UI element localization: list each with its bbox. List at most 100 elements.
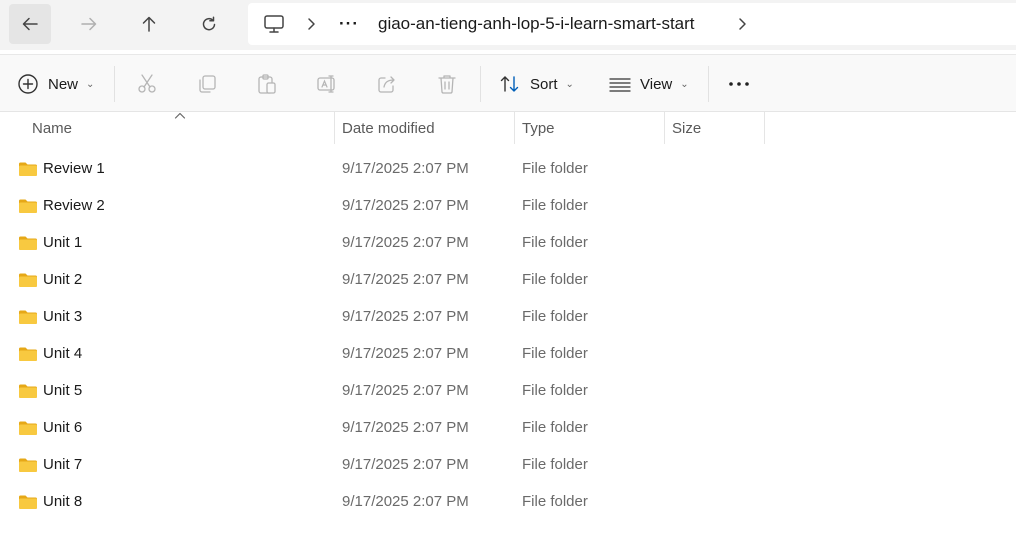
trash-icon bbox=[438, 75, 456, 94]
folder-icon bbox=[19, 421, 37, 435]
column-header-type[interactable]: Type bbox=[522, 112, 555, 144]
name-cell[interactable]: Unit 4 bbox=[18, 335, 82, 372]
sort-label: Sort bbox=[530, 75, 558, 93]
name-cell[interactable]: Review 1 bbox=[18, 150, 105, 187]
folder-icon bbox=[19, 384, 37, 398]
column-divider[interactable] bbox=[664, 112, 665, 144]
file-name: Unit 6 bbox=[43, 419, 83, 436]
view-button[interactable]: View ⌄ bbox=[609, 55, 689, 113]
folder-icon bbox=[19, 495, 37, 509]
view-lines-icon bbox=[609, 78, 631, 92]
date-modified-cell: 9/17/2025 2:07 PM bbox=[342, 234, 469, 251]
table-row[interactable]: Unit 2 9/17/2025 2:07 PM File folder bbox=[0, 261, 1016, 298]
type-cell: File folder bbox=[522, 345, 588, 362]
delete-button[interactable] bbox=[436, 55, 458, 113]
table-row[interactable]: Unit 7 9/17/2025 2:07 PM File folder bbox=[0, 446, 1016, 483]
copy-button[interactable] bbox=[196, 55, 218, 113]
address-bar[interactable]: ··· giao-an-tieng-anh-lop-5-i-learn-smar… bbox=[248, 3, 1016, 45]
type-cell: File folder bbox=[522, 493, 588, 510]
scissors-icon bbox=[138, 74, 156, 93]
column-header-name[interactable]: Name bbox=[32, 112, 72, 144]
name-cell[interactable]: Unit 8 bbox=[18, 483, 82, 520]
table-row[interactable]: Review 1 9/17/2025 2:07 PM File folder bbox=[0, 150, 1016, 187]
date-modified-cell: 9/17/2025 2:07 PM bbox=[342, 382, 469, 399]
name-cell[interactable]: Unit 6 bbox=[18, 409, 82, 446]
file-name: Review 1 bbox=[43, 160, 105, 177]
name-cell[interactable]: Unit 1 bbox=[18, 224, 82, 261]
type-cell: File folder bbox=[522, 382, 588, 399]
folder-icon bbox=[19, 162, 37, 176]
breadcrumb-current-folder[interactable]: giao-an-tieng-anh-lop-5-i-learn-smart-st… bbox=[378, 3, 695, 45]
new-button[interactable]: New ⌄ bbox=[17, 55, 94, 113]
name-cell[interactable]: Unit 5 bbox=[18, 372, 82, 409]
breadcrumb-separator-end[interactable] bbox=[737, 3, 747, 45]
overflow-dots: ··· bbox=[339, 14, 359, 33]
more-options-button[interactable] bbox=[728, 55, 750, 113]
more-dots-icon bbox=[729, 82, 749, 86]
table-row[interactable]: Unit 8 9/17/2025 2:07 PM File folder bbox=[0, 483, 1016, 520]
file-name: Review 2 bbox=[43, 197, 105, 214]
up-arrow-icon bbox=[142, 16, 156, 32]
plus-circle-icon bbox=[18, 74, 38, 94]
table-row[interactable]: Unit 3 9/17/2025 2:07 PM File folder bbox=[0, 298, 1016, 335]
table-row[interactable]: Unit 4 9/17/2025 2:07 PM File folder bbox=[0, 335, 1016, 372]
column-divider[interactable] bbox=[334, 112, 335, 144]
sort-button[interactable]: Sort ⌄ bbox=[499, 55, 574, 113]
file-name: Unit 3 bbox=[43, 308, 83, 325]
file-name: Unit 8 bbox=[43, 493, 83, 510]
type-cell: File folder bbox=[522, 160, 588, 177]
view-label: View bbox=[640, 75, 673, 93]
toolbar-divider bbox=[708, 66, 709, 102]
paste-button[interactable] bbox=[256, 55, 278, 113]
rename-icon bbox=[317, 75, 335, 93]
column-divider[interactable] bbox=[514, 112, 515, 144]
file-name: Unit 5 bbox=[43, 382, 83, 399]
name-cell[interactable]: Unit 7 bbox=[18, 446, 82, 483]
forward-button[interactable] bbox=[68, 4, 110, 44]
copy-icon bbox=[199, 75, 216, 93]
name-cell[interactable]: Unit 2 bbox=[18, 261, 82, 298]
navigation-bar: ··· giao-an-tieng-anh-lop-5-i-learn-smar… bbox=[0, 0, 1016, 50]
this-pc-breadcrumb[interactable] bbox=[263, 3, 285, 45]
table-row[interactable]: Unit 5 9/17/2025 2:07 PM File folder bbox=[0, 372, 1016, 409]
refresh-button[interactable] bbox=[188, 4, 230, 44]
cut-button[interactable] bbox=[136, 55, 158, 113]
name-cell[interactable]: Review 2 bbox=[18, 187, 105, 224]
folder-icon bbox=[19, 458, 37, 472]
toolbar-divider bbox=[480, 66, 481, 102]
table-row[interactable]: Unit 1 9/17/2025 2:07 PM File folder bbox=[0, 224, 1016, 261]
back-button[interactable] bbox=[9, 4, 51, 44]
chevron-right-icon bbox=[739, 18, 746, 30]
rename-button[interactable] bbox=[316, 55, 338, 113]
date-modified-cell: 9/17/2025 2:07 PM bbox=[342, 456, 469, 473]
folder-icon bbox=[19, 236, 37, 250]
type-cell: File folder bbox=[522, 308, 588, 325]
date-modified-cell: 9/17/2025 2:07 PM bbox=[342, 419, 469, 436]
up-button[interactable] bbox=[128, 4, 170, 44]
column-header-date-modified[interactable]: Date modified bbox=[342, 112, 435, 144]
chevron-down-icon: ⌄ bbox=[680, 78, 689, 90]
chevron-right-icon bbox=[308, 18, 315, 30]
date-modified-cell: 9/17/2025 2:07 PM bbox=[342, 271, 469, 288]
table-row[interactable]: Review 2 9/17/2025 2:07 PM File folder bbox=[0, 187, 1016, 224]
column-divider[interactable] bbox=[764, 112, 765, 144]
date-modified-cell: 9/17/2025 2:07 PM bbox=[342, 160, 469, 177]
column-header-size[interactable]: Size bbox=[672, 112, 701, 144]
type-cell: File folder bbox=[522, 197, 588, 214]
type-cell: File folder bbox=[522, 419, 588, 436]
type-cell: File folder bbox=[522, 234, 588, 251]
date-modified-cell: 9/17/2025 2:07 PM bbox=[342, 308, 469, 325]
breadcrumb-overflow[interactable]: ··· bbox=[339, 3, 359, 45]
name-cell[interactable]: Unit 3 bbox=[18, 298, 82, 335]
folder-icon bbox=[19, 199, 37, 213]
file-name: Unit 4 bbox=[43, 345, 83, 362]
toolbar-divider bbox=[114, 66, 115, 102]
folder-icon bbox=[19, 347, 37, 361]
breadcrumb-separator[interactable] bbox=[306, 3, 316, 45]
column-header-row: Name Date modified Type Size bbox=[0, 112, 1016, 144]
share-button[interactable] bbox=[376, 55, 398, 113]
date-modified-cell: 9/17/2025 2:07 PM bbox=[342, 197, 469, 214]
file-list: Review 1 9/17/2025 2:07 PM File folder Revi… bbox=[0, 150, 1016, 520]
chevron-down-icon: ⌄ bbox=[565, 78, 574, 90]
table-row[interactable]: Unit 6 9/17/2025 2:07 PM File folder bbox=[0, 409, 1016, 446]
